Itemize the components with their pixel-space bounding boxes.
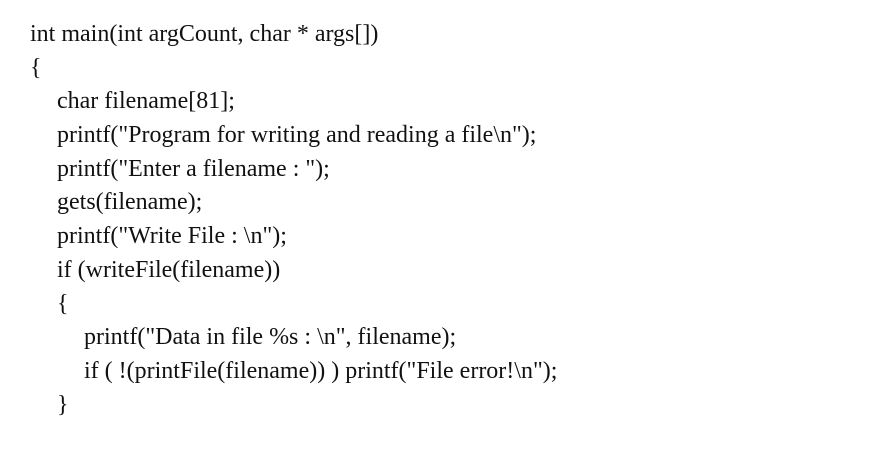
code-line: } [57,391,69,418]
code-line: printf("Program for writing and reading … [57,122,537,149]
code-snippet: int main(int argCount, char * args[]) { … [30,18,860,422]
code-line: { [30,54,42,81]
code-line: char filename[81]; [57,88,235,115]
code-line: printf("Data in file %s : \n", filename)… [84,324,457,351]
code-line: if (writeFile(filename)) [57,256,281,283]
code-line: if ( !(printFile(filename)) ) printf("Fi… [84,357,558,384]
code-line: int main(int argCount, char * args[]) [30,21,379,47]
code-line: { [57,290,69,317]
code-line: printf("Enter a filename : "); [57,155,330,182]
code-line: printf("Write File : \n"); [57,223,287,250]
code-line: gets(filename); [57,189,203,216]
